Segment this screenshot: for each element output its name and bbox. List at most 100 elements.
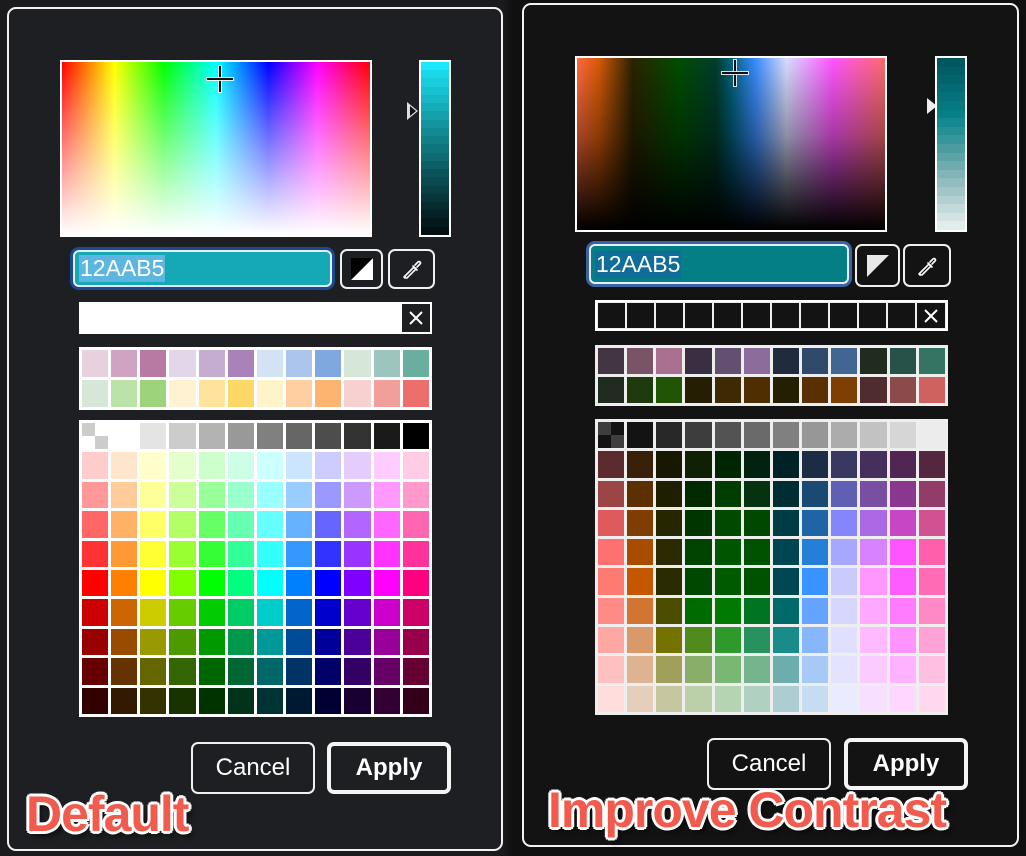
color-swatch[interactable]	[111, 658, 138, 685]
color-swatch[interactable]	[344, 599, 371, 626]
color-swatch[interactable]	[714, 627, 741, 654]
color-swatch[interactable]	[743, 597, 770, 625]
color-swatch[interactable]	[918, 656, 945, 683]
color-swatch[interactable]	[402, 423, 429, 450]
color-swatch[interactable]	[598, 509, 625, 537]
color-swatch[interactable]	[889, 685, 916, 712]
color-swatch[interactable]	[169, 511, 196, 538]
recent-color-slot[interactable]	[314, 304, 344, 332]
color-swatch[interactable]	[344, 511, 371, 538]
color-swatch[interactable]	[402, 380, 429, 407]
color-swatch[interactable]	[656, 627, 683, 654]
color-swatch[interactable]	[802, 656, 829, 683]
color-swatch[interactable]	[140, 540, 167, 567]
color-swatch[interactable]	[802, 627, 829, 654]
color-swatch[interactable]	[860, 656, 887, 683]
color-swatch[interactable]	[315, 540, 342, 567]
color-swatch[interactable]	[598, 685, 625, 712]
color-swatch[interactable]	[714, 539, 741, 566]
color-swatch[interactable]	[772, 656, 800, 683]
color-swatch[interactable]	[627, 568, 654, 595]
transparent-swatch[interactable]	[82, 423, 109, 450]
color-swatch[interactable]	[256, 658, 284, 685]
color-swatch[interactable]	[286, 540, 313, 567]
color-swatch[interactable]	[169, 540, 196, 567]
color-swatch[interactable]	[82, 481, 109, 509]
color-swatch[interactable]	[140, 599, 167, 626]
color-swatch[interactable]	[344, 540, 371, 567]
transparent-swatch[interactable]	[598, 422, 625, 449]
color-swatch[interactable]	[772, 377, 800, 403]
color-swatch[interactable]	[598, 451, 625, 478]
color-swatch[interactable]	[889, 568, 916, 595]
color-swatch[interactable]	[918, 451, 945, 478]
color-swatch[interactable]	[227, 452, 254, 479]
color-swatch[interactable]	[344, 423, 371, 450]
color-swatch[interactable]	[802, 539, 829, 566]
color-swatch[interactable]	[802, 377, 829, 403]
color-swatch[interactable]	[111, 540, 138, 567]
color-swatch[interactable]	[344, 350, 371, 377]
color-swatch[interactable]	[169, 350, 196, 377]
color-swatch[interactable]	[373, 511, 400, 538]
color-swatch[interactable]	[889, 597, 916, 625]
color-swatch[interactable]	[111, 511, 138, 538]
color-swatch[interactable]	[598, 627, 625, 654]
color-swatch[interactable]	[860, 597, 887, 625]
hex-input[interactable]: 12AAB5	[73, 250, 332, 287]
color-swatch[interactable]	[169, 658, 196, 685]
color-swatch[interactable]	[685, 539, 712, 566]
color-swatch[interactable]	[373, 569, 400, 597]
color-swatch[interactable]	[918, 422, 945, 449]
color-swatch[interactable]	[860, 568, 887, 595]
color-swatch[interactable]	[743, 685, 770, 712]
recent-color-slot[interactable]	[598, 303, 625, 328]
color-swatch[interactable]	[286, 511, 313, 538]
color-swatch[interactable]	[111, 569, 138, 597]
color-swatch[interactable]	[714, 509, 741, 537]
color-swatch[interactable]	[685, 377, 712, 403]
color-swatch[interactable]	[889, 480, 916, 507]
color-swatch[interactable]	[140, 350, 167, 377]
saturation-value-area[interactable]	[60, 60, 372, 237]
color-swatch[interactable]	[111, 481, 138, 509]
color-swatch[interactable]	[860, 509, 887, 537]
color-swatch[interactable]	[402, 569, 429, 597]
color-swatch[interactable]	[344, 687, 371, 714]
color-swatch[interactable]	[315, 380, 342, 407]
color-swatch[interactable]	[772, 480, 800, 507]
color-swatch[interactable]	[889, 377, 916, 403]
color-swatch[interactable]	[714, 348, 741, 374]
color-swatch[interactable]	[344, 380, 371, 407]
color-swatch[interactable]	[140, 687, 167, 714]
color-swatch[interactable]	[918, 568, 945, 595]
color-swatch[interactable]	[256, 511, 284, 538]
color-swatch[interactable]	[714, 451, 741, 478]
color-swatch[interactable]	[831, 377, 858, 403]
color-swatch[interactable]	[802, 597, 829, 625]
color-swatch[interactable]	[315, 687, 342, 714]
color-swatch[interactable]	[198, 687, 225, 714]
color-swatch[interactable]	[169, 452, 196, 479]
color-swatch[interactable]	[169, 599, 196, 626]
crosshair-cursor[interactable]	[207, 66, 233, 92]
clear-recent-button[interactable]	[917, 303, 945, 328]
color-swatch[interactable]	[889, 451, 916, 478]
color-swatch[interactable]	[627, 656, 654, 683]
color-swatch[interactable]	[656, 685, 683, 712]
color-swatch[interactable]	[889, 422, 916, 449]
color-swatch[interactable]	[889, 627, 916, 654]
color-swatch[interactable]	[198, 423, 225, 450]
color-swatch[interactable]	[714, 480, 741, 507]
color-swatch[interactable]	[140, 452, 167, 479]
color-swatch[interactable]	[743, 377, 770, 403]
color-swatch[interactable]	[402, 628, 429, 656]
color-swatch[interactable]	[743, 348, 770, 374]
color-swatch[interactable]	[344, 628, 371, 656]
color-swatch[interactable]	[743, 656, 770, 683]
color-swatch[interactable]	[831, 451, 858, 478]
recent-color-slot[interactable]	[801, 303, 828, 328]
color-swatch[interactable]	[627, 627, 654, 654]
recent-color-slot[interactable]	[743, 303, 770, 328]
color-swatch[interactable]	[918, 597, 945, 625]
